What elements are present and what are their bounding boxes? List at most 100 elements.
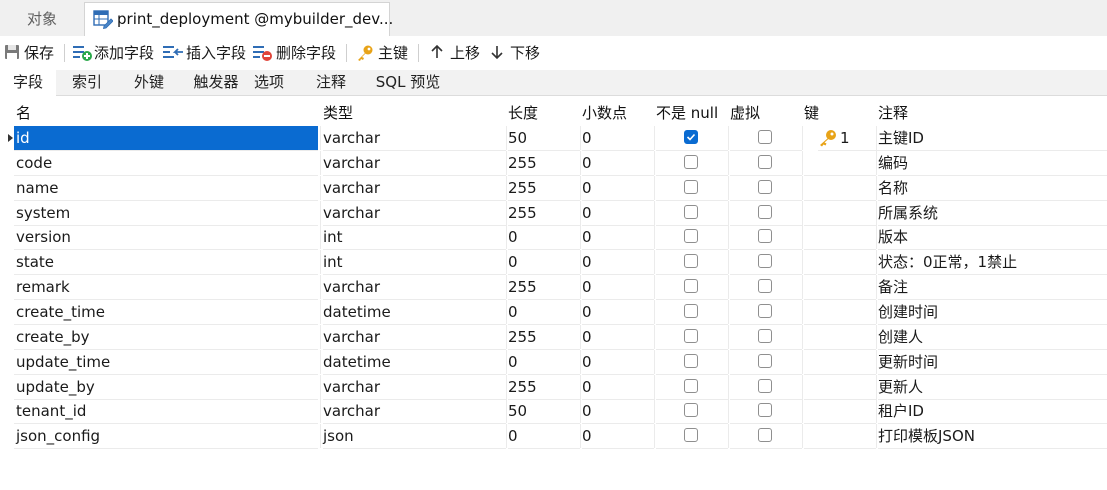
save-button[interactable]: 保存 — [4, 42, 60, 64]
cell-name[interactable]: code — [14, 151, 318, 176]
not-null-checkbox[interactable] — [684, 353, 698, 368]
cell-name[interactable]: create_time — [14, 300, 318, 325]
cell-comment[interactable]: 创建时间 — [878, 300, 1107, 325]
cell-key[interactable] — [804, 225, 876, 251]
not-null-checkbox[interactable] — [684, 303, 698, 318]
cell-comment[interactable]: 名称 — [878, 176, 1107, 201]
cell-name[interactable]: tenant_id — [14, 399, 318, 425]
cell-decimals[interactable]: 0 — [582, 225, 654, 251]
table-row[interactable]: update_time datetime 0 0 更新时间 — [0, 349, 1107, 375]
not-null-checkbox[interactable] — [684, 378, 698, 393]
not-null-checkbox[interactable] — [684, 328, 698, 343]
cell-decimals[interactable]: 0 — [582, 176, 654, 201]
table-row[interactable]: create_time datetime 0 0 创建时间 — [0, 299, 1107, 325]
virtual-checkbox[interactable] — [758, 130, 772, 144]
primary-key-button[interactable]: 主键 — [356, 42, 412, 64]
cell-type[interactable]: varchar — [323, 176, 506, 201]
virtual-checkbox[interactable] — [758, 328, 772, 343]
cell-decimals[interactable]: 0 — [582, 375, 654, 400]
delete-field-button[interactable]: 删除字段 — [252, 42, 340, 64]
not-null-checkbox[interactable] — [684, 229, 698, 244]
cell-key[interactable] — [804, 375, 876, 400]
cell-comment[interactable]: 版本 — [878, 225, 1107, 251]
cell-comment[interactable]: 创建人 — [878, 325, 1107, 350]
cell-name[interactable]: system — [14, 201, 318, 226]
add-field-button[interactable]: 添加字段 — [72, 42, 158, 64]
move-down-button[interactable]: 下移 — [490, 42, 544, 64]
cell-decimals[interactable]: 0 — [582, 350, 654, 375]
table-row[interactable]: code varchar 255 0 编码 — [0, 150, 1107, 176]
virtual-checkbox[interactable] — [758, 254, 772, 269]
cell-decimals[interactable]: 0 — [582, 300, 654, 325]
virtual-checkbox[interactable] — [758, 353, 772, 368]
cell-comment[interactable]: 备注 — [878, 275, 1107, 301]
cell-type[interactable]: varchar — [323, 375, 506, 400]
cell-type[interactable]: datetime — [323, 350, 506, 375]
cell-length[interactable]: 255 — [508, 176, 580, 201]
cell-key[interactable] — [804, 250, 876, 276]
tab-triggers[interactable]: 触发器 — [180, 70, 252, 96]
table-row[interactable]: name varchar 255 0 名称 — [0, 175, 1107, 201]
not-null-checkbox[interactable] — [684, 130, 698, 144]
cell-name[interactable]: remark — [14, 275, 318, 301]
tab-print-deployment[interactable]: print_deployment @mybuilder_dev... — [84, 2, 393, 36]
tab-objects[interactable]: 对象 — [0, 2, 84, 36]
virtual-checkbox[interactable] — [758, 229, 772, 244]
table-row[interactable]: create_by varchar 255 0 创建人 — [0, 324, 1107, 350]
cell-comment[interactable]: 状态：0正常，1禁止 — [878, 250, 1107, 276]
column-header-not-null[interactable]: 不是 null — [656, 102, 718, 124]
cell-decimals[interactable]: 0 — [582, 126, 654, 151]
cell-key[interactable] — [804, 275, 876, 301]
not-null-checkbox[interactable] — [684, 179, 698, 194]
virtual-checkbox[interactable] — [758, 154, 772, 169]
not-null-checkbox[interactable] — [684, 403, 698, 418]
cell-type[interactable]: varchar — [323, 201, 506, 226]
cell-key[interactable] — [804, 424, 876, 450]
not-null-checkbox[interactable] — [684, 154, 698, 169]
cell-decimals[interactable]: 0 — [582, 201, 654, 226]
not-null-checkbox[interactable] — [684, 428, 698, 443]
insert-field-button[interactable]: 插入字段 — [162, 42, 248, 64]
tab-fields[interactable]: 字段 — [0, 70, 56, 96]
cell-type[interactable]: varchar — [323, 151, 506, 176]
cell-key[interactable] — [804, 399, 876, 425]
cell-name[interactable]: update_time — [14, 350, 318, 375]
virtual-checkbox[interactable] — [758, 403, 772, 418]
cell-name[interactable]: version — [14, 225, 318, 251]
cell-decimals[interactable]: 0 — [582, 151, 654, 176]
cell-length[interactable]: 255 — [508, 275, 580, 301]
cell-name[interactable]: update_by — [14, 375, 318, 400]
cell-length[interactable]: 255 — [508, 201, 580, 226]
column-header-key[interactable]: 键 — [804, 102, 819, 124]
cell-type[interactable]: varchar — [323, 126, 506, 151]
table-row[interactable]: tenant_id varchar 50 0 租户ID — [0, 399, 1107, 425]
cell-key[interactable] — [804, 151, 876, 176]
cell-comment[interactable]: 主键ID — [878, 126, 1107, 151]
cell-length[interactable]: 0 — [508, 250, 580, 276]
table-row[interactable]: state int 0 0 状态：0正常，1禁止 — [0, 250, 1107, 276]
cell-key[interactable] — [804, 350, 876, 375]
cell-decimals[interactable]: 0 — [582, 424, 654, 450]
cell-type[interactable]: json — [323, 424, 506, 450]
virtual-checkbox[interactable] — [758, 378, 772, 393]
cell-length[interactable]: 255 — [508, 375, 580, 400]
table-row[interactable]: system varchar 255 0 所属系统 — [0, 200, 1107, 226]
table-row[interactable]: json_config json 0 0 打印模板JSON — [0, 424, 1107, 450]
cell-key[interactable] — [804, 300, 876, 325]
column-header-decimals[interactable]: 小数点 — [582, 102, 627, 124]
cell-comment[interactable]: 更新人 — [878, 375, 1107, 400]
cell-type[interactable]: varchar — [323, 275, 506, 301]
virtual-checkbox[interactable] — [758, 204, 772, 219]
table-row[interactable]: update_by varchar 255 0 更新人 — [0, 374, 1107, 400]
cell-key[interactable] — [804, 176, 876, 201]
cell-decimals[interactable]: 0 — [582, 399, 654, 425]
tab-options[interactable]: 选项 — [244, 70, 294, 96]
column-header-type[interactable]: 类型 — [323, 102, 353, 124]
cell-length[interactable]: 50 — [508, 126, 580, 151]
cell-comment[interactable]: 编码 — [878, 151, 1107, 176]
cell-name[interactable]: state — [14, 250, 318, 276]
cell-comment[interactable]: 租户ID — [878, 399, 1107, 425]
cell-name[interactable]: id — [14, 126, 318, 151]
cell-type[interactable]: varchar — [323, 399, 506, 425]
tab-comment[interactable]: 注释 — [304, 70, 358, 96]
